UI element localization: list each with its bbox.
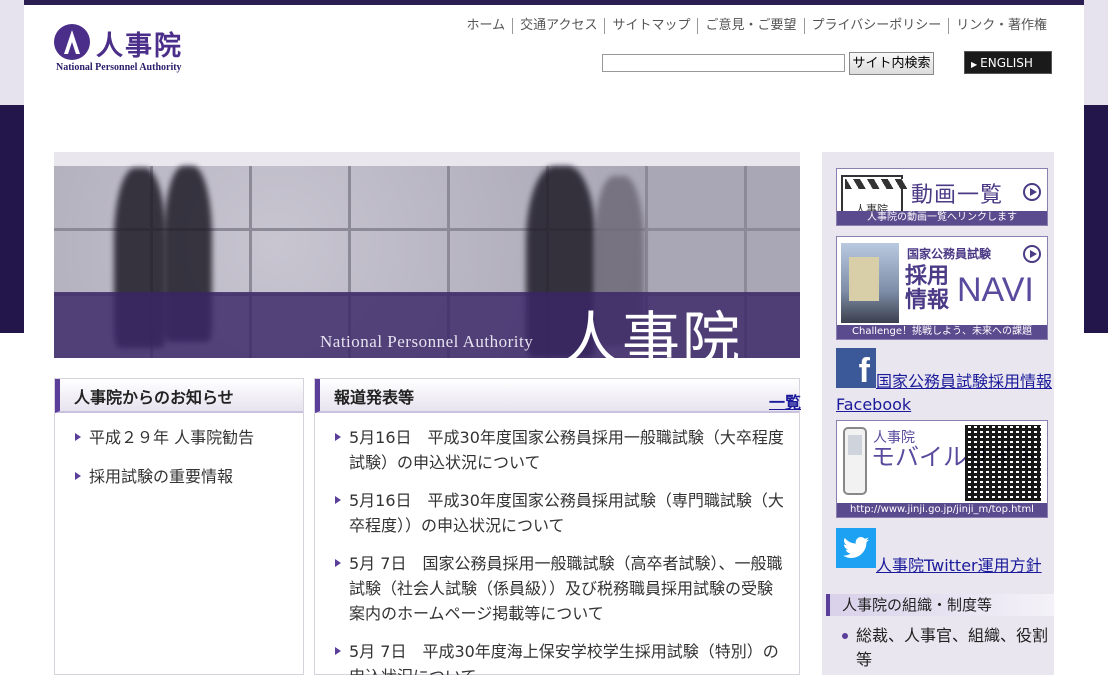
nav-home[interactable]: ホーム	[459, 18, 512, 34]
recruitment-navi-banner[interactable]: 国家公務員試験 採用情報 NAVI Challenge！挑戦しよう、未来への課題	[836, 236, 1048, 340]
right-sidebar: 人事院 動画一覧 人事院の動画一覧へリンクします 国家公務員試験 採用情報 NA…	[822, 152, 1054, 675]
utility-nav: ホーム 交通アクセス サイトマップ ご意見・ご要望 プライバシーポリシー リンク…	[459, 18, 1054, 34]
page-container: 人事院 National Personnel Authority ホーム 交通ア…	[24, 0, 1084, 675]
press-list-link[interactable]: 一覧	[769, 389, 801, 413]
press-item[interactable]: 5月 7日 平成30年度海上保安学校学生採用試験（特別）の申込状況について	[333, 639, 785, 675]
press-item[interactable]: 5月 7日 国家公務員採用一般職試験（高卒者試験）、一般職試験（社会人試験（係員…	[333, 551, 785, 626]
building-photo	[841, 243, 899, 323]
hero-english-title: National Personnel Authority	[320, 332, 534, 351]
organization-heading: 人事院の組織・制度等	[826, 594, 1054, 616]
nav-links-copyright[interactable]: リンク・著作権	[948, 18, 1054, 34]
organization-item[interactable]: 総裁、人事官、組織、役割等	[836, 624, 1052, 672]
facebook-link[interactable]: 国家公務員試験採用情報Facebook	[836, 370, 1056, 416]
arrow-right-icon: ▶	[971, 60, 978, 69]
hero-top-strip	[54, 152, 800, 166]
logo-subtitle: National Personnel Authority	[56, 62, 182, 73]
twitter-policy-link[interactable]: 人事院Twitter運用方針	[876, 552, 1042, 576]
navi-banner-heading: 採用情報	[905, 264, 950, 313]
twitter-block: 人事院Twitter運用方針	[836, 528, 1052, 576]
mobile-phone-icon	[843, 427, 867, 495]
notices-list: 平成２９年 人事院勧告 採用試験の重要情報	[73, 425, 289, 503]
hero-japanese-title: 人事院	[562, 305, 743, 358]
organization-list: 総裁、人事官、組織、役割等	[836, 624, 1052, 672]
press-heading: 報道発表等	[315, 379, 799, 413]
notice-item[interactable]: 平成２９年 人事院勧告	[73, 425, 289, 450]
twitter-bird-icon[interactable]	[836, 528, 876, 568]
navi-banner-kicker: 国家公務員試験	[907, 247, 992, 261]
mobile-banner-url: http://www.jinji.go.jp/jinji_m/top.html	[837, 503, 1047, 517]
notice-item[interactable]: 採用試験の重要情報	[73, 464, 289, 489]
english-label: ENGLISH	[980, 56, 1033, 70]
clapperboard-stripes	[845, 179, 907, 189]
nav-access[interactable]: 交通アクセス	[512, 18, 604, 34]
nav-feedback[interactable]: ご意見・ご要望	[697, 18, 803, 34]
hero-image: National Personnel Authority 人事院	[54, 152, 800, 358]
navi-banner-logo: NAVI	[957, 271, 1034, 309]
site-search-input[interactable]	[602, 54, 845, 72]
video-banner-caption: 人事院の動画一覧へリンクします	[837, 211, 1047, 225]
video-banner-title: 動画一覧	[911, 183, 1004, 208]
site-logo[interactable]: 人事院 National Personnel Authority	[54, 24, 214, 78]
nav-sitemap[interactable]: サイトマップ	[604, 18, 697, 34]
notices-panel: 人事院からのお知らせ 平成２９年 人事院勧告 採用試験の重要情報	[54, 378, 304, 675]
logo-mark-icon	[54, 24, 90, 60]
play-circle-icon	[1023, 245, 1041, 263]
press-item[interactable]: 5月16日 平成30年度国家公務員採用一般職試験（大卒程度試験）の申込状況につい…	[333, 425, 785, 475]
twitter-bird-glyph	[843, 537, 869, 558]
navi-banner-caption: Challenge！挑戦しよう、未来への課題	[837, 325, 1047, 339]
top-border	[24, 0, 1084, 5]
notices-heading: 人事院からのお知らせ	[55, 379, 303, 413]
logo-title: 人事院	[96, 31, 183, 62]
qr-code-icon	[965, 425, 1041, 501]
press-item[interactable]: 5月16日 平成30年度国家公務員採用試験（専門職試験（大卒程度））の申込状況に…	[333, 488, 785, 538]
mobile-site-banner[interactable]: 人事院 モバイルサイト http://www.jinji.go.jp/jinji…	[836, 420, 1048, 518]
english-button[interactable]: ▶ ENGLISH	[964, 51, 1052, 74]
nav-privacy[interactable]: プライバシーポリシー	[803, 18, 949, 34]
play-circle-icon	[1023, 183, 1041, 201]
site-search-button[interactable]: サイト内検索	[849, 52, 934, 75]
press-list: 5月16日 平成30年度国家公務員採用一般職試験（大卒程度試験）の申込状況につい…	[333, 425, 785, 675]
video-list-banner[interactable]: 人事院 動画一覧 人事院の動画一覧へリンクします	[836, 168, 1048, 226]
press-releases-panel: 報道発表等 一覧 5月16日 平成30年度国家公務員採用一般職試験（大卒程度試験…	[314, 378, 801, 675]
